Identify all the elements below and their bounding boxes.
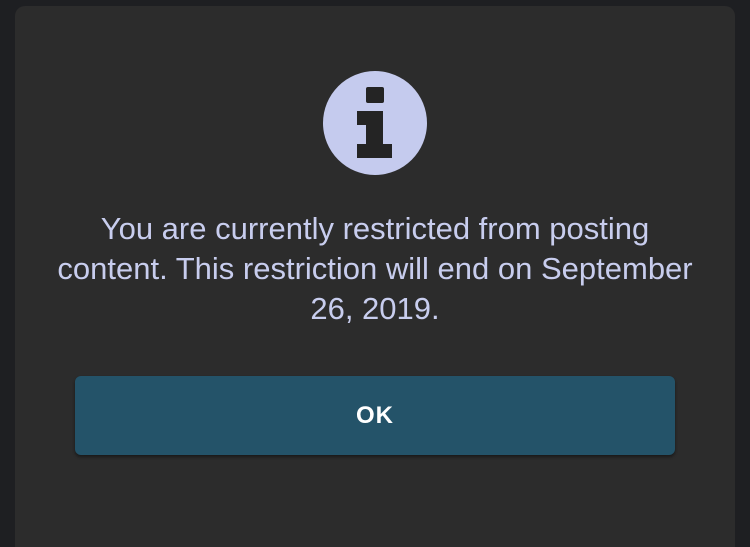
info-icon bbox=[323, 71, 427, 175]
restriction-dialog: You are currently restricted from postin… bbox=[15, 6, 735, 547]
ok-button[interactable]: OK bbox=[75, 376, 675, 455]
restriction-message: You are currently restricted from postin… bbox=[57, 211, 693, 326]
